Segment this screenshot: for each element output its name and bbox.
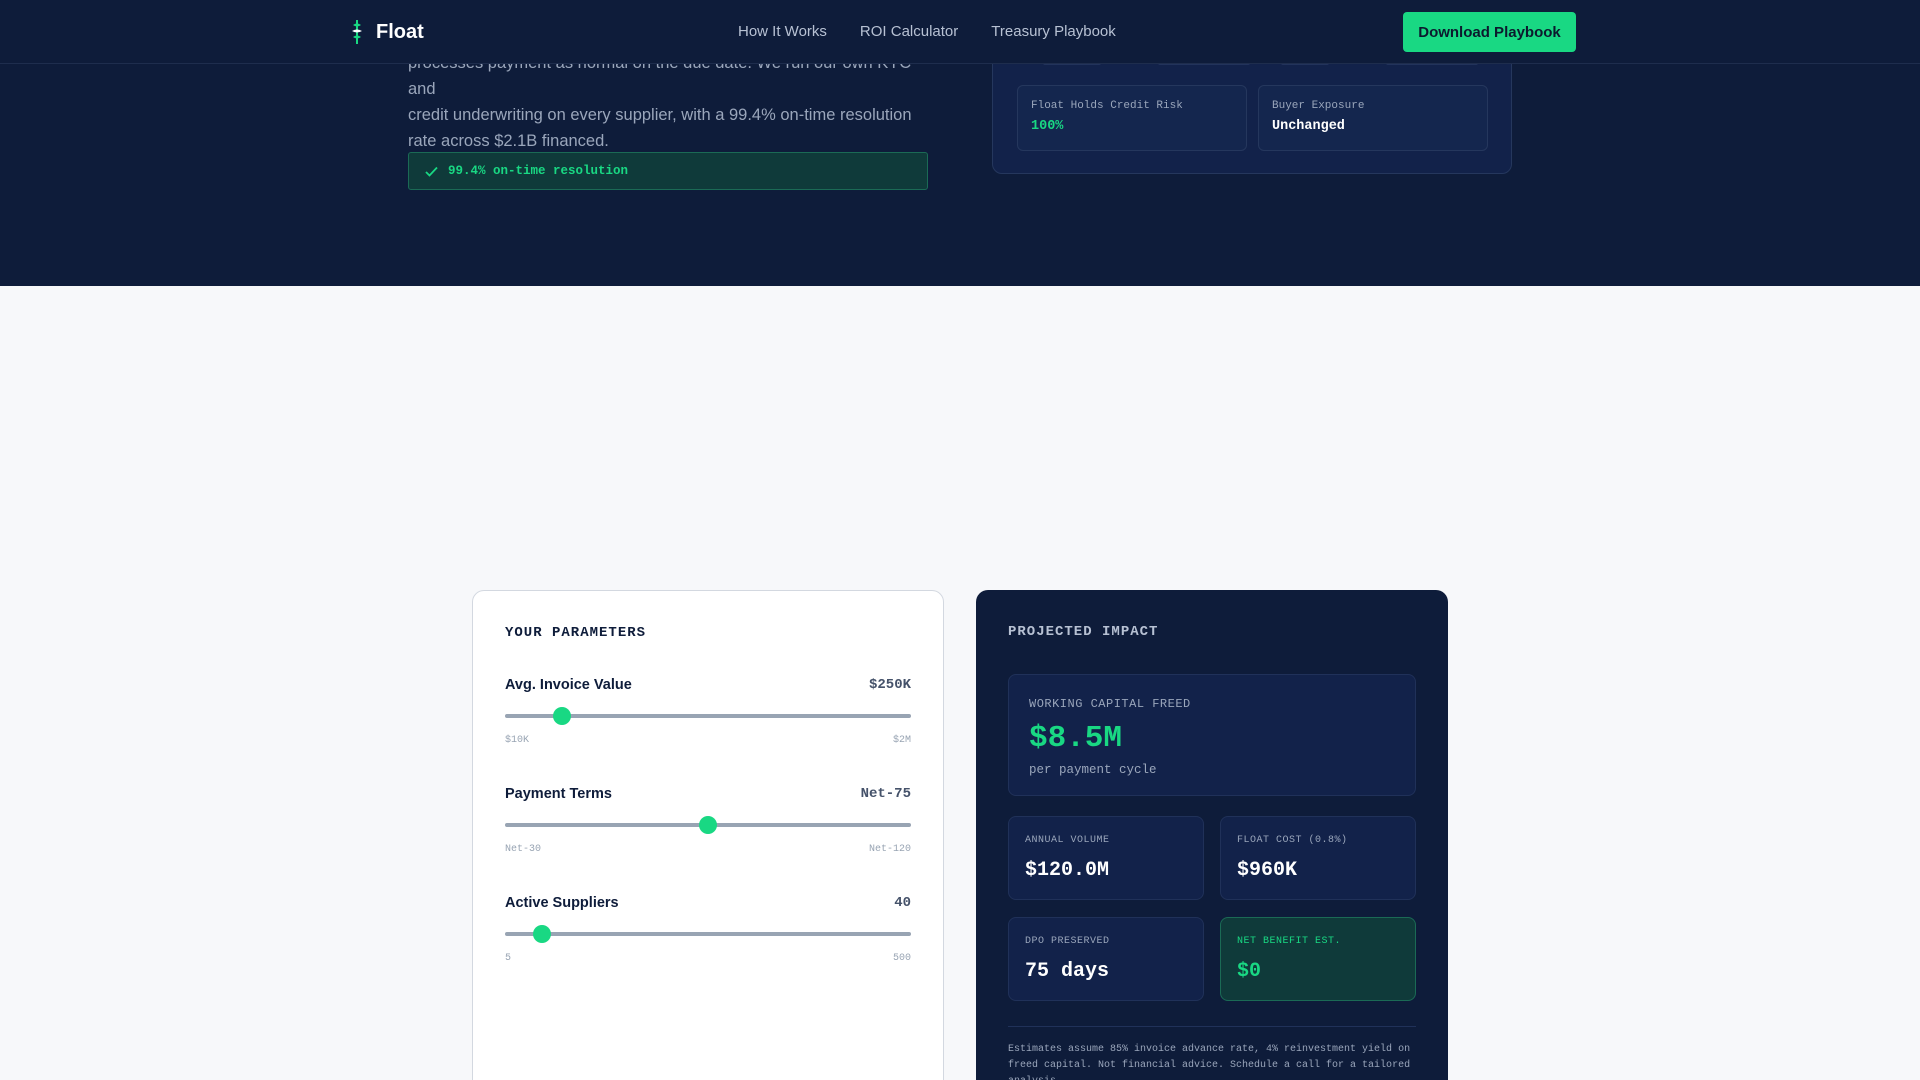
net-benefit-stat: NET BENEFIT EST. $0 [1220, 917, 1416, 1001]
stat-value: 75 days [1025, 960, 1110, 983]
slider-thumb[interactable] [552, 707, 571, 725]
parameters-card: YOUR PARAMETERS Avg. Invoice Value $250K… [472, 590, 944, 1080]
stat-value: $0 [1237, 960, 1262, 983]
nav-link-roi-calculator[interactable]: ROI Calculator [860, 23, 958, 40]
slider-label: Avg. Invoice Value [505, 677, 632, 693]
stat-value: $120.0M [1025, 859, 1110, 882]
stat-label: ANNUAL VOLUME [1025, 835, 1110, 846]
slider-max: $2M [892, 735, 911, 746]
slider-max: Net-120 [868, 844, 911, 855]
download-playbook-button[interactable]: Download Playbook [1403, 12, 1576, 52]
working-capital-label: WORKING CAPITAL FREED [1029, 697, 1191, 711]
brand-name: Float [376, 20, 424, 43]
slider-label: Payment Terms [505, 786, 612, 802]
hero-text-line: rate across $2.1B financed. [408, 132, 609, 150]
resolution-badge: 99.4% on-time resolution [408, 152, 928, 190]
slider-min: $10K [505, 735, 530, 746]
buyer-exposure-card: Buyer Exposure Unchanged [1258, 85, 1488, 151]
active-suppliers-slider: Active Suppliers 40 5 500 [505, 895, 911, 975]
float-cost-stat: FLOAT COST (0.8%) $960K [1220, 816, 1416, 900]
slider-track[interactable] [505, 816, 911, 834]
projected-impact-card: PROJECTED IMPACT WORKING CAPITAL FREED $… [976, 590, 1448, 1080]
payment-terms-slider: Payment Terms Net-75 Net-30 Net-120 [505, 786, 911, 866]
dpo-preserved-stat: DPO PRESERVED 75 days [1008, 917, 1204, 1001]
stat-value: $960K [1237, 859, 1298, 882]
nav-link-how-it-works[interactable]: How It Works [738, 23, 827, 40]
parameters-title: YOUR PARAMETERS [505, 625, 647, 641]
hero-text-line: credit underwriting on every supplier, w… [408, 106, 912, 124]
divider [1008, 1026, 1416, 1027]
slider-value: $250K [868, 677, 911, 693]
impact-title: PROJECTED IMPACT [1008, 624, 1159, 640]
nav-link-treasury-playbook[interactable]: Treasury Playbook [991, 23, 1116, 40]
stat-label: DPO PRESERVED [1025, 936, 1110, 947]
slider-track[interactable] [505, 925, 911, 943]
dollar-tree-icon [352, 20, 362, 44]
credit-risk-label: Float Holds Credit Risk [1031, 100, 1183, 112]
slider-value: Net-75 [860, 786, 911, 802]
main-nav: How It Works ROI Calculator Treasury Pla… [738, 23, 1116, 40]
slider-thumb[interactable] [532, 925, 551, 943]
buyer-exposure-value: Unchanged [1272, 119, 1345, 134]
slider-min: Net-30 [505, 844, 542, 855]
invoice-value-slider: Avg. Invoice Value $250K $10K $2M [505, 677, 911, 757]
check-icon [425, 166, 438, 177]
credit-risk-value: 100% [1031, 119, 1064, 134]
working-capital-sub: per payment cycle [1029, 763, 1157, 777]
working-capital-value: $8.5M [1029, 721, 1123, 756]
buyer-exposure-label: Buyer Exposure [1272, 100, 1365, 112]
top-navbar: Float How It Works ROI Calculator Treasu… [0, 0, 1920, 64]
slider-label: Active Suppliers [505, 895, 619, 911]
slider-value: 40 [894, 895, 911, 911]
credit-risk-card: Float Holds Credit Risk 100% [1017, 85, 1247, 151]
annual-volume-stat: ANNUAL VOLUME $120.0M [1008, 816, 1204, 900]
disclaimer-text: Estimates assume 85% invoice advance rat… [1008, 1044, 1411, 1080]
hero-description: processes payment as normal on the due d… [408, 50, 938, 154]
stat-label: FLOAT COST (0.8%) [1237, 835, 1348, 846]
slider-thumb[interactable] [699, 816, 717, 834]
slider-min: 5 [505, 953, 512, 964]
slider-max: 500 [892, 953, 911, 964]
working-capital-box: WORKING CAPITAL FREED $8.5M per payment … [1008, 674, 1416, 796]
resolution-badge-label: 99.4% on-time resolution [448, 164, 629, 178]
stat-label: NET BENEFIT EST. [1237, 936, 1342, 947]
slider-track[interactable] [505, 707, 911, 725]
brand-logo[interactable]: Float [350, 20, 424, 44]
